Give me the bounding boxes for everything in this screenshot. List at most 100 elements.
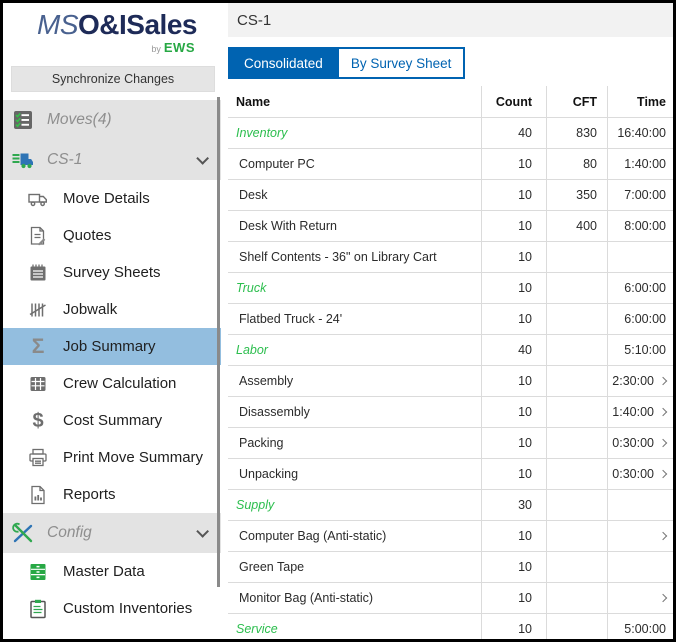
row-time-value: 5:00:00 (624, 622, 666, 636)
chevron-right-icon[interactable] (659, 470, 667, 478)
row-name: Unpacking (228, 459, 481, 489)
chevron-down-icon[interactable] (196, 525, 209, 538)
view-tabs: Consolidated By Survey Sheet (228, 47, 673, 79)
row-time-value: 1:40:00 (624, 157, 666, 171)
row-cft (546, 614, 607, 639)
row-name: Computer Bag (Anti-static) (228, 521, 481, 551)
sidebar-item-job-summary[interactable]: Σ Job Summary (3, 328, 221, 365)
sidebar-item-survey-sheets[interactable]: Survey Sheets (3, 254, 221, 291)
column-header-name: Name (228, 86, 481, 117)
table-row[interactable]: Truck 10 6:00:00 (228, 272, 673, 303)
row-name: Desk (228, 180, 481, 210)
table-row[interactable]: Labor 40 5:10:00 (228, 334, 673, 365)
row-name: Flatbed Truck - 24' (228, 304, 481, 334)
row-name: Packing (228, 428, 481, 458)
table-row[interactable]: Packing 10 0:30:00 (228, 427, 673, 458)
table-row[interactable]: Flatbed Truck - 24' 10 6:00:00 (228, 303, 673, 334)
sidebar-item-master-data[interactable]: Master Data (3, 553, 221, 590)
row-count: 10 (481, 242, 546, 272)
row-cft: 400 (546, 211, 607, 241)
row-count: 30 (481, 490, 546, 520)
row-count: 40 (481, 335, 546, 365)
sidebar-group-cs1[interactable]: CS-1 (3, 140, 221, 180)
row-time-value: 5:10:00 (624, 343, 666, 357)
tab-consolidated[interactable]: Consolidated (228, 47, 339, 79)
row-name: Service (228, 614, 481, 639)
table-row[interactable]: Shelf Contents - 36" on Library Cart 10 (228, 241, 673, 272)
chevron-right-icon[interactable] (659, 594, 667, 602)
row-count: 10 (481, 211, 546, 241)
chevron-down-icon[interactable] (196, 152, 209, 165)
row-count: 10 (481, 304, 546, 334)
sidebar-scrollbar[interactable] (217, 97, 220, 587)
row-cft (546, 397, 607, 427)
report-chart-icon (26, 484, 50, 506)
row-cft (546, 366, 607, 396)
row-time-value: 0:30:00 (612, 436, 654, 450)
sidebar-item-move-details[interactable]: Move Details (3, 180, 221, 217)
row-count: 10 (481, 459, 546, 489)
row-cft: 830 (546, 118, 607, 148)
row-time-value: 2:30:00 (612, 374, 654, 388)
table-row[interactable]: Computer PC 10 80 1:40:00 (228, 148, 673, 179)
sidebar-group-label: CS-1 (47, 151, 82, 169)
table-row[interactable]: Inventory 40 830 16:40:00 (228, 117, 673, 148)
main-content: CS-1 Consolidated By Survey Sheet Name C… (221, 3, 673, 639)
row-time: 0:30:00 (607, 459, 673, 489)
table-row[interactable]: Service 10 5:00:00 (228, 613, 673, 639)
row-count: 10 (481, 614, 546, 639)
row-cft (546, 552, 607, 582)
row-count: 10 (481, 180, 546, 210)
sidebar-item-jobwalk[interactable]: Jobwalk (3, 291, 221, 328)
row-time (607, 521, 673, 551)
table-row[interactable]: Desk 10 350 7:00:00 (228, 179, 673, 210)
table-row[interactable]: Green Tape 10 (228, 551, 673, 582)
app-logo: MSO&ISales byEWS (3, 11, 221, 56)
sidebar-item-print-move-summary[interactable]: Print Move Summary (3, 439, 221, 476)
logo-main: O&ISales (78, 9, 197, 40)
row-time: 1:40:00 (607, 149, 673, 179)
job-summary-table: Name Count CFT Time Inventory 40 830 16:… (228, 86, 673, 639)
row-count: 10 (481, 397, 546, 427)
table-row[interactable]: Supply 30 (228, 489, 673, 520)
column-header-cft: CFT (546, 86, 607, 117)
table-row[interactable]: Computer Bag (Anti-static) 10 (228, 520, 673, 551)
dollar-icon: $ (26, 411, 50, 431)
row-count: 10 (481, 149, 546, 179)
row-time: 2:30:00 (607, 366, 673, 396)
logo-by: by (151, 44, 161, 54)
sidebar-item-custom-inventories[interactable]: Custom Inventories (3, 590, 221, 627)
sigma-icon: Σ (26, 336, 50, 357)
sidebar-nav: Moves(4) CS-1 Move Details Quotes (3, 100, 221, 627)
sidebar-item-reports[interactable]: Reports (3, 476, 221, 513)
sidebar-item-label: Cost Summary (63, 412, 162, 429)
row-time (607, 490, 673, 520)
table-row[interactable]: Disassembly 10 1:40:00 (228, 396, 673, 427)
row-time: 1:40:00 (607, 397, 673, 427)
row-time-value: 8:00:00 (624, 219, 666, 233)
sidebar-item-crew-calculation[interactable]: Crew Calculation (3, 365, 221, 402)
row-time (607, 552, 673, 582)
row-time: 0:30:00 (607, 428, 673, 458)
row-time (607, 583, 673, 613)
chevron-right-icon[interactable] (659, 408, 667, 416)
sidebar: MSO&ISales byEWS Synchronize Changes Mov… (3, 3, 221, 639)
logo-ms: MS (37, 9, 78, 40)
chevron-right-icon[interactable] (659, 532, 667, 540)
synchronize-changes-button[interactable]: Synchronize Changes (11, 66, 215, 92)
sidebar-item-label: Reports (63, 486, 116, 503)
table-row[interactable]: Unpacking 10 0:30:00 (228, 458, 673, 489)
sidebar-item-cost-summary[interactable]: $ Cost Summary (3, 402, 221, 439)
table-row[interactable]: Assembly 10 2:30:00 (228, 365, 673, 396)
sidebar-group-config[interactable]: Config (3, 513, 221, 553)
sidebar-item-quotes[interactable]: Quotes (3, 217, 221, 254)
sidebar-group-moves[interactable]: Moves(4) (3, 100, 221, 140)
row-time-value: 6:00:00 (624, 312, 666, 326)
row-count: 10 (481, 366, 546, 396)
chevron-right-icon[interactable] (659, 377, 667, 385)
table-row[interactable]: Monitor Bag (Anti-static) 10 (228, 582, 673, 613)
table-row[interactable]: Desk With Return 10 400 8:00:00 (228, 210, 673, 241)
chevron-right-icon[interactable] (659, 439, 667, 447)
row-time-value: 16:40:00 (617, 126, 666, 140)
tab-by-survey-sheet[interactable]: By Survey Sheet (339, 47, 466, 79)
